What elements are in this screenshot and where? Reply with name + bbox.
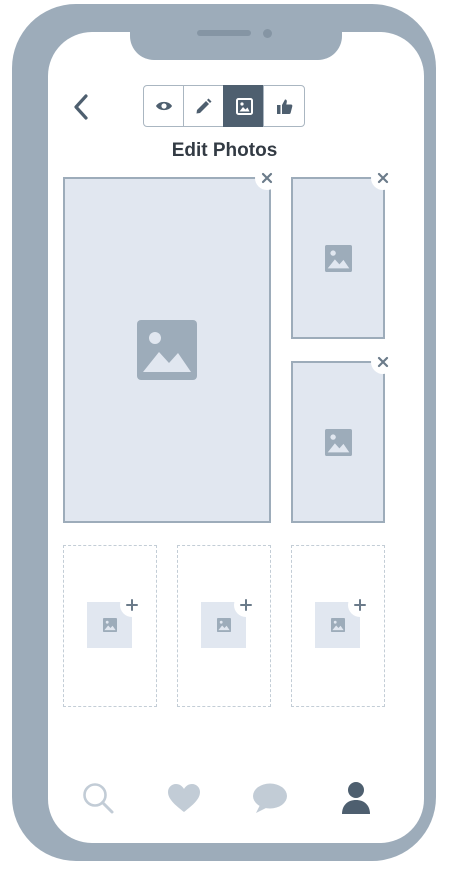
image-placeholder-icon <box>330 618 345 632</box>
plus-icon <box>354 599 366 611</box>
image-placeholder-icon <box>216 618 231 632</box>
plus-icon <box>240 599 252 611</box>
nav-profile[interactable] <box>334 776 378 820</box>
close-icon <box>261 172 273 184</box>
thumbs-up-icon <box>276 99 293 114</box>
image-icon <box>235 97 253 115</box>
nav-favorites[interactable] <box>162 776 206 820</box>
nav-search[interactable] <box>76 776 120 820</box>
close-icon <box>377 172 389 184</box>
image-placeholder-icon <box>137 320 197 380</box>
image-placeholder-icon <box>102 618 117 632</box>
tab-view[interactable] <box>143 85 185 127</box>
eye-icon <box>155 101 172 111</box>
chevron-left-icon <box>74 94 88 120</box>
user-icon <box>342 782 370 814</box>
nav-messages[interactable] <box>248 776 292 820</box>
close-icon <box>377 356 389 368</box>
photo-main[interactable] <box>63 177 271 523</box>
speaker-grille <box>197 30 251 36</box>
tab-edit[interactable] <box>183 85 225 127</box>
front-camera <box>263 29 272 38</box>
search-icon <box>83 783 114 814</box>
chat-bubble-icon <box>253 783 287 813</box>
pencil-icon <box>196 98 212 113</box>
mode-segmented-control <box>143 85 305 127</box>
back-button[interactable] <box>66 90 96 124</box>
add-photo-button[interactable] <box>348 593 372 617</box>
remove-photo-button[interactable] <box>371 350 395 374</box>
image-placeholder-icon <box>324 244 352 272</box>
add-photo-button[interactable] <box>234 593 258 617</box>
add-photo-slot[interactable] <box>291 545 385 707</box>
add-photo-button[interactable] <box>120 593 144 617</box>
image-placeholder-icon <box>324 428 352 456</box>
remove-photo-button[interactable] <box>371 166 395 190</box>
photo-third[interactable] <box>291 361 385 523</box>
photo-second[interactable] <box>291 177 385 339</box>
add-photo-slot[interactable] <box>177 545 271 707</box>
plus-icon <box>126 599 138 611</box>
heart-icon <box>168 784 200 812</box>
add-photo-slot[interactable] <box>63 545 157 707</box>
page-title: Edit Photos <box>171 140 278 161</box>
tab-likes[interactable] <box>263 85 305 127</box>
remove-photo-button[interactable] <box>255 166 279 190</box>
tab-photos[interactable] <box>223 85 265 127</box>
